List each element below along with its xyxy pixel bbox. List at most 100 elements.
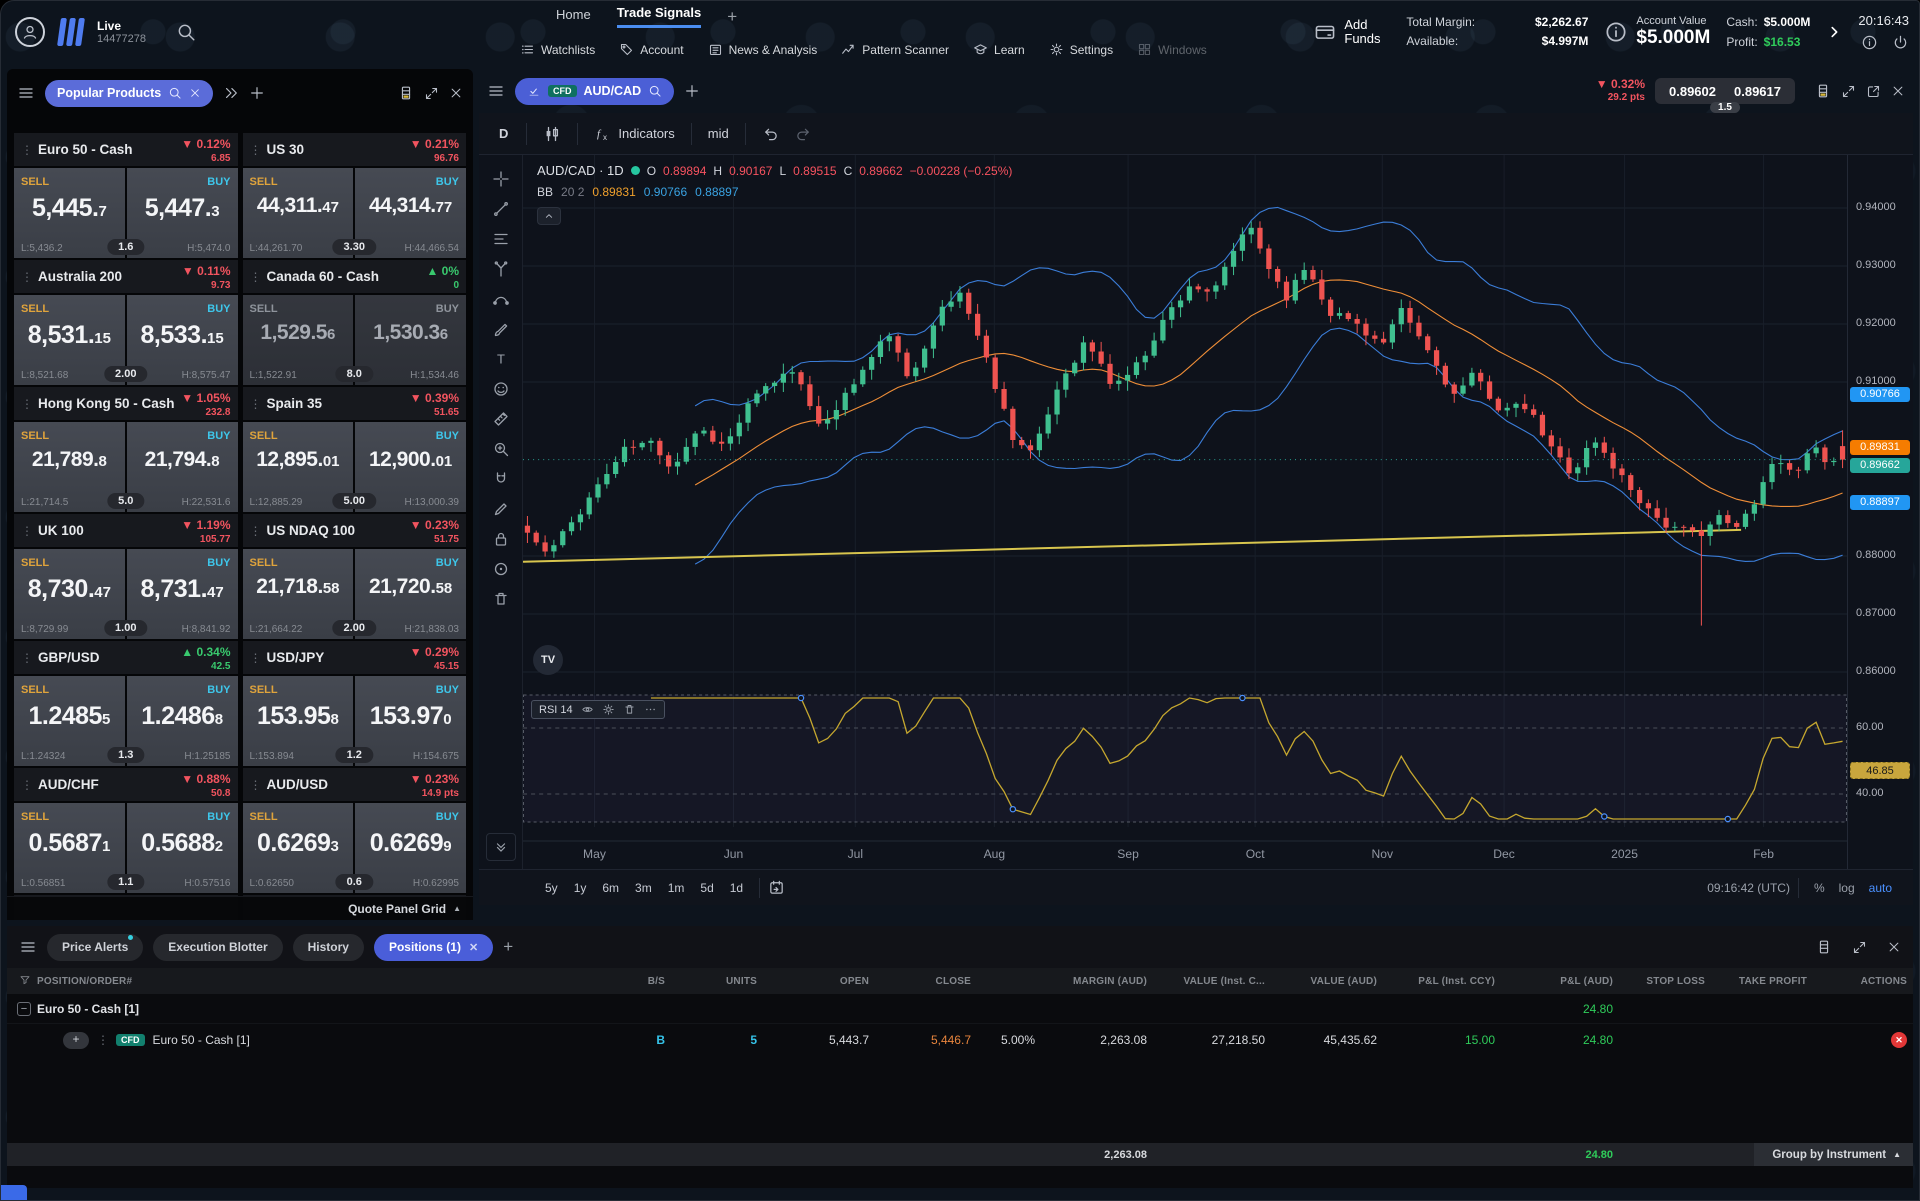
rsi-indicator-label[interactable]: RSI 14 [531, 700, 665, 719]
redo-icon[interactable] [789, 125, 818, 142]
menu-item-news-analysis[interactable]: News & Analysis [708, 42, 818, 57]
col-header-take[interactable]: TAKE PROFIT [1711, 976, 1813, 987]
product-card[interactable]: ⋮Spain 35▼ 0.39%51.65SELL12,895.01L:12,8… [243, 387, 467, 512]
layout-stack-icon[interactable] [1816, 939, 1832, 955]
product-card[interactable]: ⋮Hong Kong 50 - Cash▼ 1.05%232.8SELL21,7… [14, 387, 238, 512]
col-header-vaud[interactable]: VALUE (AUD) [1271, 976, 1383, 987]
drag-handle-icon[interactable]: ⋮ [250, 143, 261, 157]
tab-home[interactable]: Home [556, 7, 591, 27]
brush-tool[interactable] [486, 315, 516, 343]
col-header-icon[interactable] [7, 974, 37, 989]
scale-toggle-log[interactable]: log [1832, 881, 1862, 895]
user-avatar[interactable] [15, 17, 45, 47]
range-1y[interactable]: 1y [566, 878, 595, 898]
range-5y[interactable]: 5y [537, 878, 566, 898]
expand-icon[interactable] [1841, 84, 1856, 99]
expand-position-button[interactable]: + [63, 1032, 89, 1049]
scale-toggle-auto[interactable]: auto [1862, 881, 1899, 895]
emoji-tool[interactable] [486, 375, 516, 403]
new-tab-button[interactable]: + [727, 7, 737, 27]
drag-handle-icon[interactable]: ⋮ [21, 143, 32, 157]
more-icon[interactable] [644, 703, 657, 716]
legend-collapse-button[interactable] [537, 207, 561, 225]
drag-handle-icon[interactable]: ⋮ [97, 1033, 108, 1047]
drag-handle-icon[interactable]: ⋮ [21, 651, 32, 665]
buy-price[interactable]: 0.89617 [1734, 84, 1781, 99]
indicators-button[interactable]: fx Indicators [588, 125, 680, 143]
expand-icon[interactable] [424, 86, 439, 101]
scale-toggle-pct[interactable]: % [1807, 881, 1832, 895]
forecast-tool[interactable] [486, 285, 516, 313]
range-6m[interactable]: 6m [594, 878, 627, 898]
tab-execution-blotter[interactable]: Execution Blotter [153, 934, 282, 961]
collapse-toolbar-button[interactable] [486, 833, 516, 861]
instrument-selector[interactable]: CFD AUD/CAD [515, 78, 674, 105]
sell-buy-prices[interactable]: 0.89602 0.89617 1.5 [1655, 78, 1795, 104]
close-panel-icon[interactable] [1887, 940, 1901, 954]
product-card[interactable]: ⋮Australia 200▼ 0.11%9.73SELL8,531.15L:8… [14, 260, 238, 385]
tab-trade-signals[interactable]: Trade Signals [617, 5, 702, 28]
drag-handle-icon[interactable]: ⋮ [21, 270, 32, 284]
tab-price-alerts[interactable]: Price Alerts [47, 934, 143, 961]
delete-icon[interactable] [623, 703, 636, 716]
menu-item-pattern-scanner[interactable]: Pattern Scanner [841, 42, 949, 57]
drag-handle-icon[interactable]: ⋮ [21, 397, 32, 411]
col-header-units[interactable]: UNITS [671, 976, 763, 987]
undo-icon[interactable] [756, 125, 785, 142]
product-card[interactable]: ⋮UK 100▼ 1.19%105.77SELL8,730.47L:8,729.… [14, 514, 238, 639]
close-position-button[interactable]: ✕ [1891, 1032, 1907, 1048]
trend-line-tool[interactable] [486, 195, 516, 223]
product-card[interactable]: ⋮AUD/CHF▼ 0.88%50.8SELL0.56871L:0.56851B… [14, 768, 238, 893]
range-3m[interactable]: 3m [627, 878, 660, 898]
col-header-bs[interactable]: B/S [591, 976, 671, 987]
eye-icon[interactable] [581, 703, 594, 716]
pitchfork-tool[interactable] [486, 255, 516, 283]
trash-tool[interactable] [486, 585, 516, 613]
add-chart-icon[interactable] [684, 83, 700, 99]
hide-tool[interactable] [486, 555, 516, 583]
sell-price[interactable]: 0.89602 [1669, 84, 1716, 99]
layout-stack-icon[interactable] [1815, 83, 1831, 99]
product-card[interactable]: ⋮Euro 50 - Cash▼ 0.12%6.85SELL5,445.7L:5… [14, 133, 238, 258]
col-header-vinst[interactable]: VALUE (Inst. C... [1153, 976, 1271, 987]
info-circle-icon[interactable] [1604, 20, 1628, 44]
range-5d[interactable]: 5d [692, 878, 721, 898]
tab-history[interactable]: History [293, 934, 364, 961]
account-selector[interactable]: Live 14477278 [97, 19, 146, 45]
chart-plot[interactable]: MayJunJulAugSepOctNovDec2025Feb AUD/CAD … [523, 155, 1847, 869]
quote-panel-footer[interactable]: Quote Panel Grid▲ [7, 896, 473, 920]
drag-handle-icon[interactable]: ⋮ [21, 524, 32, 538]
settings-icon[interactable] [602, 703, 615, 716]
search-icon[interactable] [648, 84, 662, 98]
expand-icon[interactable] [1852, 940, 1867, 955]
go-to-date-icon[interactable] [768, 879, 785, 896]
range-1m[interactable]: 1m [660, 878, 693, 898]
filter-icon[interactable] [19, 974, 31, 986]
col-header-close[interactable]: CLOSE [875, 976, 977, 987]
timeframe-button[interactable]: D [491, 126, 516, 141]
col-header-stop[interactable]: STOP LOSS [1619, 976, 1711, 987]
col-header-open[interactable]: OPEN [763, 976, 875, 987]
power-icon[interactable] [1892, 34, 1909, 51]
tradingview-logo[interactable]: TV [533, 645, 563, 675]
crosshair-tool[interactable] [486, 165, 516, 193]
col-header-margin[interactable]: MARGIN (AUD) [1041, 976, 1153, 987]
chart-menu-icon[interactable] [487, 82, 505, 100]
quote-panel-menu-icon[interactable] [17, 84, 35, 102]
drag-handle-icon[interactable]: ⋮ [250, 778, 261, 792]
info-icon[interactable] [1861, 34, 1878, 51]
drag-handle-icon[interactable]: ⋮ [250, 397, 261, 411]
col-header-paud[interactable]: P&L (AUD) [1501, 976, 1619, 987]
bottom-panel-menu-icon[interactable] [19, 938, 37, 956]
pencil-tool[interactable] [486, 495, 516, 523]
watchlist-selector[interactable]: Popular Products [45, 80, 213, 107]
position-group-row[interactable]: −Euro 50 - Cash [1]24.80 [7, 994, 1913, 1024]
menu-item-account[interactable]: Account [619, 42, 683, 57]
magnet-tool[interactable] [486, 465, 516, 493]
product-card[interactable]: ⋮US 30▼ 0.21%96.76SELL44,311.47L:44,261.… [243, 133, 467, 258]
collapse-group-icon[interactable]: − [17, 1002, 31, 1016]
search-icon[interactable] [168, 86, 182, 100]
ruler-tool[interactable] [486, 405, 516, 433]
pop-out-icon[interactable] [1866, 84, 1881, 99]
chevrons-right-icon[interactable] [223, 85, 239, 101]
